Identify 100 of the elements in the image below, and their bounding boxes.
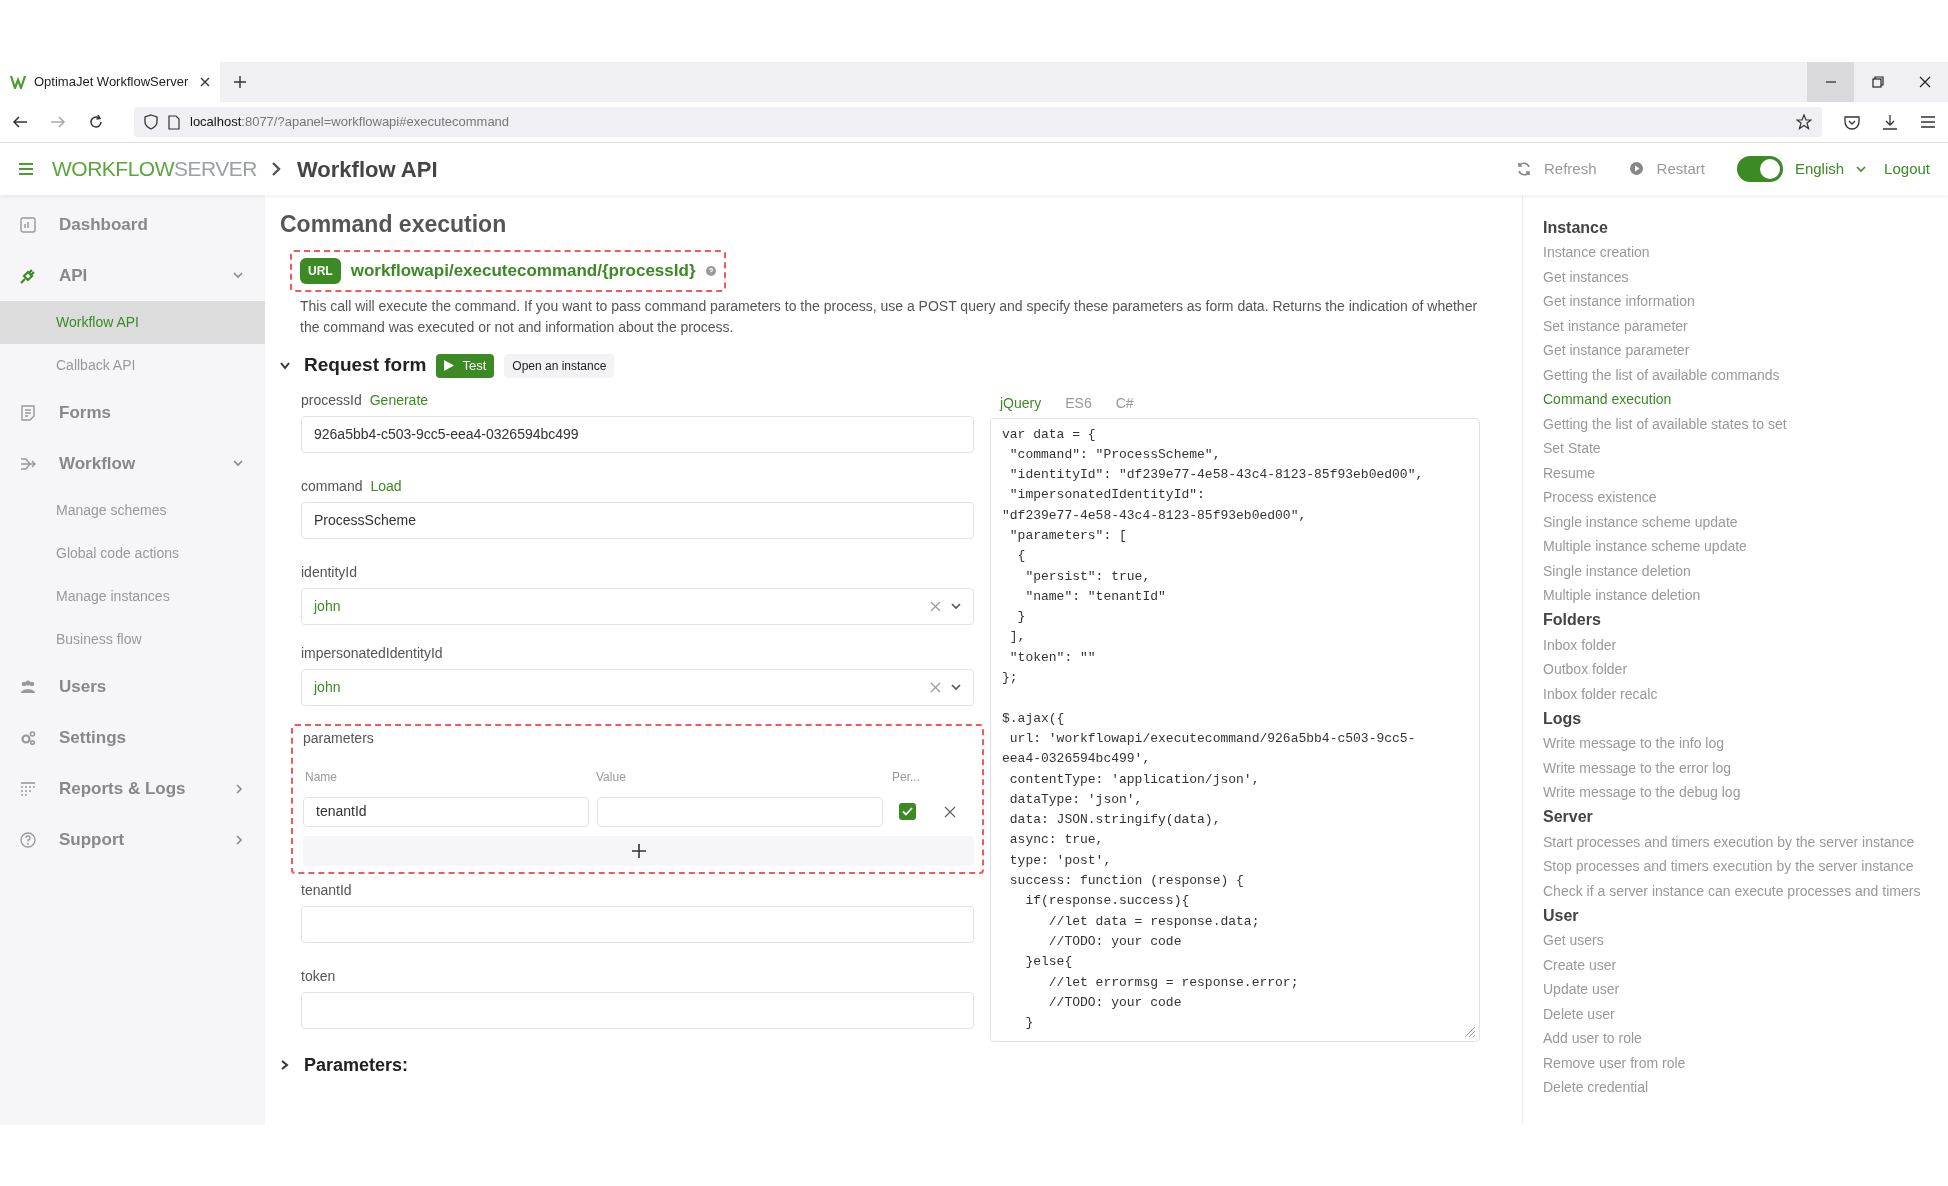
- language-select[interactable]: English: [1794, 157, 1867, 181]
- menu-icon: [18, 162, 34, 176]
- toc-link[interactable]: Update user: [1543, 977, 1948, 1002]
- code-tab[interactable]: C#: [1115, 393, 1134, 414]
- code-line: "name": "tenantId": [1024, 587, 1167, 606]
- browser-tab[interactable]: OptimaJet WorkflowServer: [0, 62, 220, 102]
- parameters-toggle[interactable]: Parameters:: [280, 1051, 409, 1079]
- toc-link[interactable]: Outbox folder: [1543, 657, 1948, 682]
- input-field[interactable]: ProcessScheme: [301, 501, 974, 539]
- code-line: };: [1002, 669, 1019, 688]
- toc-link[interactable]: Getting the list of available states to set: [1543, 411, 1948, 436]
- logout-link[interactable]: Logout: [1884, 157, 1930, 181]
- sidebar-subitem[interactable]: Business flow: [0, 618, 265, 661]
- sidebar-item[interactable]: Users: [0, 661, 265, 712]
- toc-link[interactable]: Delete user: [1543, 1001, 1948, 1026]
- header-action-button[interactable]: Restart: [1628, 157, 1705, 181]
- toc-link[interactable]: Write message to the error log: [1543, 755, 1948, 780]
- field-action-link[interactable]: Generate: [369, 390, 429, 411]
- page-breadcrumb: Workflow API: [297, 155, 439, 184]
- code-line: //let data = response.data;: [1047, 912, 1261, 931]
- sidebar-item[interactable]: Forms: [0, 387, 265, 438]
- code-editor[interactable]: [990, 417, 1480, 1042]
- input-field[interactable]: 926a5bb4-c503-9cc5-eea4-0326594bc499: [301, 415, 974, 453]
- code-line: async: true,: [1008, 831, 1105, 850]
- field-label: tenantId: [301, 881, 352, 900]
- name-input[interactable]: tenantId: [303, 796, 589, 827]
- code-tab[interactable]: jQuery: [1000, 393, 1042, 414]
- toc-link[interactable]: Multiple instance deletion: [1543, 583, 1948, 608]
- field-action-link[interactable]: Load: [370, 476, 402, 497]
- sidebar-subitem[interactable]: Callback API: [0, 344, 265, 387]
- toc-link[interactable]: Remove user from role: [1543, 1050, 1948, 1075]
- resize-handle-icon: [1464, 1025, 1476, 1038]
- toc-link[interactable]: Create user: [1543, 952, 1948, 977]
- toc-link[interactable]: Multiple instance scheme update: [1543, 534, 1948, 559]
- code-line: //TODO: your code: [1047, 993, 1183, 1012]
- input-field[interactable]: [301, 991, 974, 1029]
- code-line: if(response.success){: [1024, 892, 1191, 911]
- value-input[interactable]: [597, 796, 883, 827]
- remove-row-button[interactable]: [944, 804, 958, 819]
- sidebar-item[interactable]: Workflow: [0, 438, 265, 489]
- column-header: Value: [595, 768, 627, 786]
- code-line: }else{: [1024, 953, 1074, 972]
- sidebar-item[interactable]: Support: [0, 814, 265, 865]
- sidebar-subitem[interactable]: Manage instances: [0, 575, 265, 618]
- sidebar-item[interactable]: Dashboard: [0, 199, 265, 250]
- sidebar-item[interactable]: Reports & Logs: [0, 763, 265, 814]
- sidebar-subitem[interactable]: Manage schemes: [0, 489, 265, 532]
- select-field[interactable]: john: [301, 668, 974, 706]
- code-tab[interactable]: ES6: [1065, 393, 1092, 414]
- code-line: "impersonatedIdentityId":: [1008, 486, 1206, 505]
- toc-link[interactable]: Inbox folder: [1543, 632, 1948, 657]
- code-line: type: 'post',: [1008, 851, 1113, 870]
- toc-heading: User: [1543, 905, 1580, 926]
- menu-icon: [1920, 115, 1936, 129]
- field-label: token: [301, 967, 336, 986]
- code-line: "df239e77-4e58-43c4-8123-85f93eb0ed00",: [1002, 506, 1308, 525]
- code-line: "command": "ProcessScheme",: [1008, 445, 1222, 464]
- tab-title: OptimaJet WorkflowServer: [34, 73, 190, 92]
- persist-checkbox[interactable]: [899, 803, 916, 820]
- toc-link[interactable]: Getting the list of available commands: [1543, 362, 1948, 387]
- header-action-button[interactable]: Refresh: [1516, 157, 1597, 181]
- open-instance-button[interactable]: Open an instance: [504, 353, 615, 378]
- toc-link[interactable]: Set instance parameter: [1543, 313, 1948, 338]
- toc-link[interactable]: Set State: [1543, 436, 1948, 461]
- select-field[interactable]: john: [301, 587, 974, 625]
- toc-link[interactable]: Single instance scheme update: [1543, 509, 1948, 534]
- toc-link[interactable]: Get instances: [1543, 264, 1948, 289]
- page-title: Command execution: [280, 210, 508, 239]
- sidebar-subitem[interactable]: Global code actions: [0, 532, 265, 575]
- toc-link[interactable]: Get instance information: [1543, 289, 1948, 314]
- page-icon: [168, 114, 180, 130]
- sidebar-subitem[interactable]: Workflow API: [0, 301, 265, 344]
- toc-link[interactable]: Stop processes and timers execution by the server instance: [1543, 854, 1948, 879]
- request-form-toggle[interactable]: Request form: [280, 351, 427, 380]
- toc-link[interactable]: Write message to the info log: [1543, 731, 1948, 756]
- toc-heading: Logs: [1543, 708, 1583, 729]
- address-bar[interactable]: localhost:8077/?apanel=workflowapi#executecommand: [134, 107, 1822, 137]
- toc-heading: Folders: [1543, 610, 1602, 630]
- toc-link[interactable]: Start processes and timers execution by the server instance: [1543, 829, 1948, 854]
- toc-link[interactable]: Add user to role: [1543, 1026, 1948, 1051]
- theme-toggle[interactable]: [1736, 156, 1783, 182]
- toc-link[interactable]: Process existence: [1543, 485, 1948, 510]
- toc-link[interactable]: Get instance parameter: [1543, 338, 1948, 363]
- code-line: ],: [1008, 628, 1027, 647]
- toc-link[interactable]: Check if a server instance can execute processes and timers: [1543, 878, 1948, 903]
- toc-link[interactable]: Resume: [1543, 460, 1948, 485]
- test-button[interactable]: Test: [436, 353, 495, 378]
- input-field[interactable]: [301, 905, 974, 943]
- toc-link[interactable]: Get users: [1543, 928, 1948, 953]
- toc-link[interactable]: Instance creation: [1543, 240, 1948, 265]
- toc-link[interactable]: Command execution: [1543, 387, 1948, 412]
- toc-link[interactable]: Single instance deletion: [1543, 558, 1948, 583]
- toc-link[interactable]: Delete credential: [1543, 1075, 1948, 1100]
- code-line: var data = {: [1002, 425, 1097, 444]
- code-line: //let errormsg = response.error;: [1047, 973, 1300, 992]
- toc-link[interactable]: Write message to the debug log: [1543, 780, 1948, 805]
- toc-heading: Server: [1543, 807, 1594, 827]
- sidebar-item[interactable]: Settings: [0, 712, 265, 763]
- toc-link[interactable]: Inbox folder recalc: [1543, 681, 1948, 706]
- sidebar-item[interactable]: API: [0, 250, 265, 301]
